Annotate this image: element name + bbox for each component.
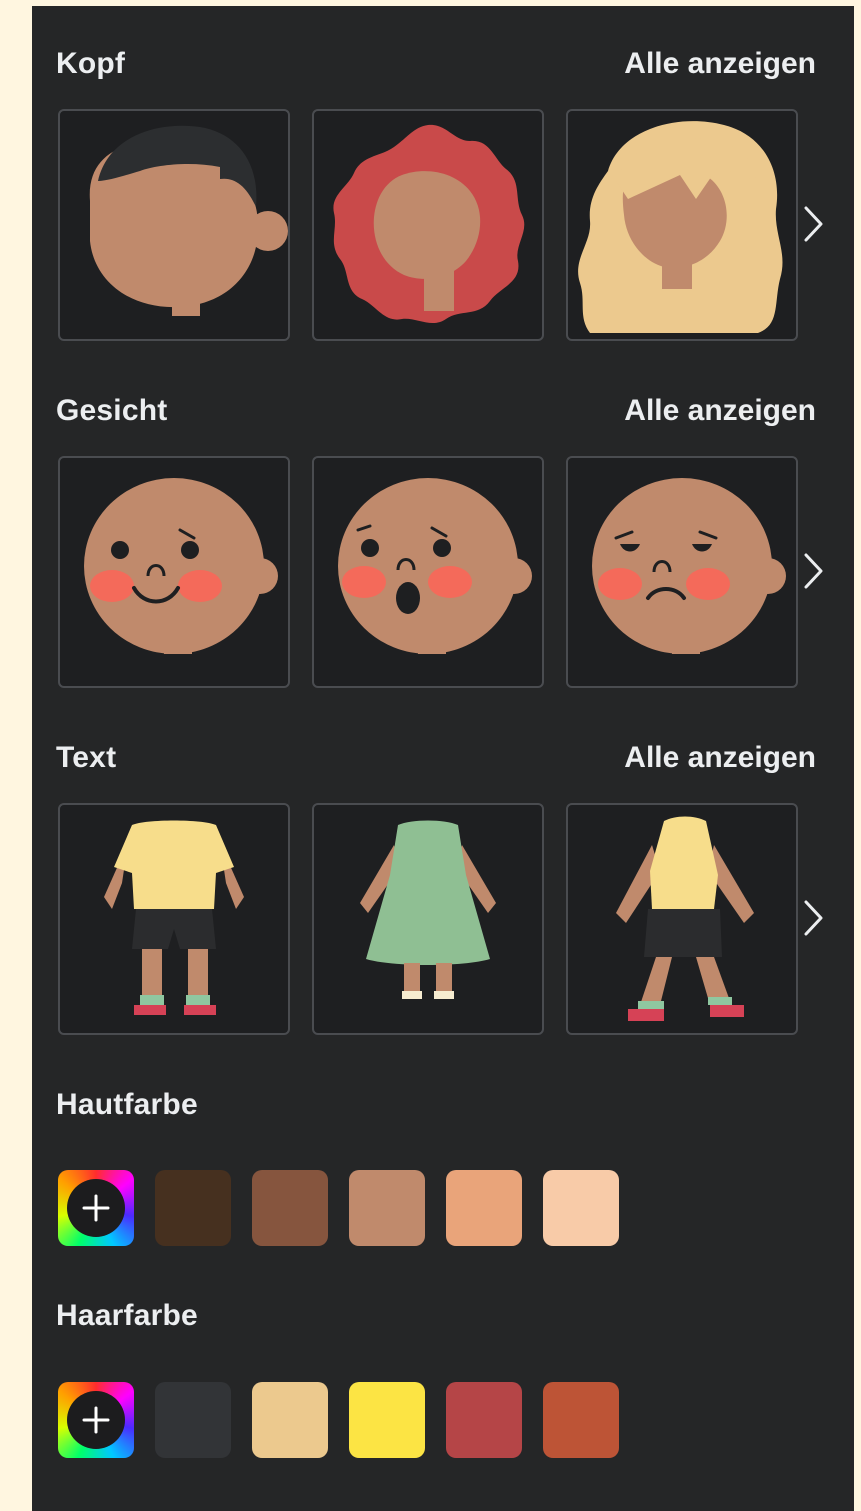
face-sad-illustration <box>592 478 786 654</box>
head-short-hair-illustration <box>89 125 288 316</box>
text-options-row <box>56 803 836 1035</box>
skin-color-swatch[interactable] <box>155 1170 231 1246</box>
face-option-surprised[interactable] <box>312 456 544 688</box>
head-long-hair-illustration <box>578 121 783 333</box>
head-option-curly-red-hair[interactable] <box>312 109 544 341</box>
face-happy-illustration <box>84 478 278 654</box>
chevron-right-icon <box>804 206 823 242</box>
face-option-sad[interactable] <box>566 456 798 688</box>
gesicht-next-button[interactable] <box>796 548 832 594</box>
hair-color-swatch[interactable] <box>543 1382 619 1458</box>
skin-color-swatch[interactable] <box>349 1170 425 1246</box>
skin-color-swatch[interactable] <box>446 1170 522 1246</box>
face-option-happy[interactable] <box>58 456 290 688</box>
section-header-text: Text Alle anzeigen <box>56 738 816 778</box>
chevron-right-icon <box>804 553 823 589</box>
kopf-next-button[interactable] <box>796 201 832 247</box>
chevron-right-icon <box>804 900 823 936</box>
text-next-button[interactable] <box>796 895 832 941</box>
head-option-long-blonde-hair[interactable] <box>566 109 798 341</box>
section-title-kopf: Kopf <box>56 47 126 80</box>
face-surprised-illustration <box>338 478 532 654</box>
section-header-gesicht: Gesicht Alle anzeigen <box>56 391 816 431</box>
body-option-walking[interactable] <box>566 803 798 1035</box>
add-hair-color-button[interactable] <box>58 1382 134 1458</box>
section-title-hautfarbe: Hautfarbe <box>56 1088 198 1121</box>
hair-color-swatch[interactable] <box>155 1382 231 1458</box>
skin-color-swatch[interactable] <box>252 1170 328 1246</box>
head-option-short-dark-hair[interactable] <box>58 109 290 341</box>
body-option-shirt-shorts[interactable] <box>58 803 290 1035</box>
body-option-dress[interactable] <box>312 803 544 1035</box>
skin-color-swatch[interactable] <box>543 1170 619 1246</box>
section-title-text: Text <box>56 741 117 774</box>
section-title-gesicht: Gesicht <box>56 394 168 427</box>
character-builder-panel: Kopf Alle anzeigen Gesicht Alle anzeigen… <box>32 6 854 1511</box>
show-all-text-link[interactable]: Alle anzeigen <box>624 741 816 775</box>
head-curly-hair-illustration <box>333 124 525 324</box>
body-shirt-shorts-illustration <box>104 820 244 1015</box>
section-header-hautfarbe: Hautfarbe <box>56 1085 816 1125</box>
gesicht-options-row <box>56 456 836 688</box>
hair-color-swatch[interactable] <box>252 1382 328 1458</box>
hair-color-swatch[interactable] <box>446 1382 522 1458</box>
body-walking-illustration <box>616 816 754 1021</box>
section-title-haarfarbe: Haarfarbe <box>56 1299 198 1332</box>
add-color-icon <box>67 1391 125 1449</box>
body-dress-illustration <box>360 820 496 1013</box>
hair-color-swatch[interactable] <box>349 1382 425 1458</box>
add-skin-color-button[interactable] <box>58 1170 134 1246</box>
add-color-icon <box>67 1179 125 1237</box>
show-all-gesicht-link[interactable]: Alle anzeigen <box>624 394 816 428</box>
section-header-haarfarbe: Haarfarbe <box>56 1296 816 1336</box>
show-all-kopf-link[interactable]: Alle anzeigen <box>624 47 816 81</box>
section-header-kopf: Kopf Alle anzeigen <box>56 44 816 84</box>
kopf-options-row <box>56 109 836 341</box>
